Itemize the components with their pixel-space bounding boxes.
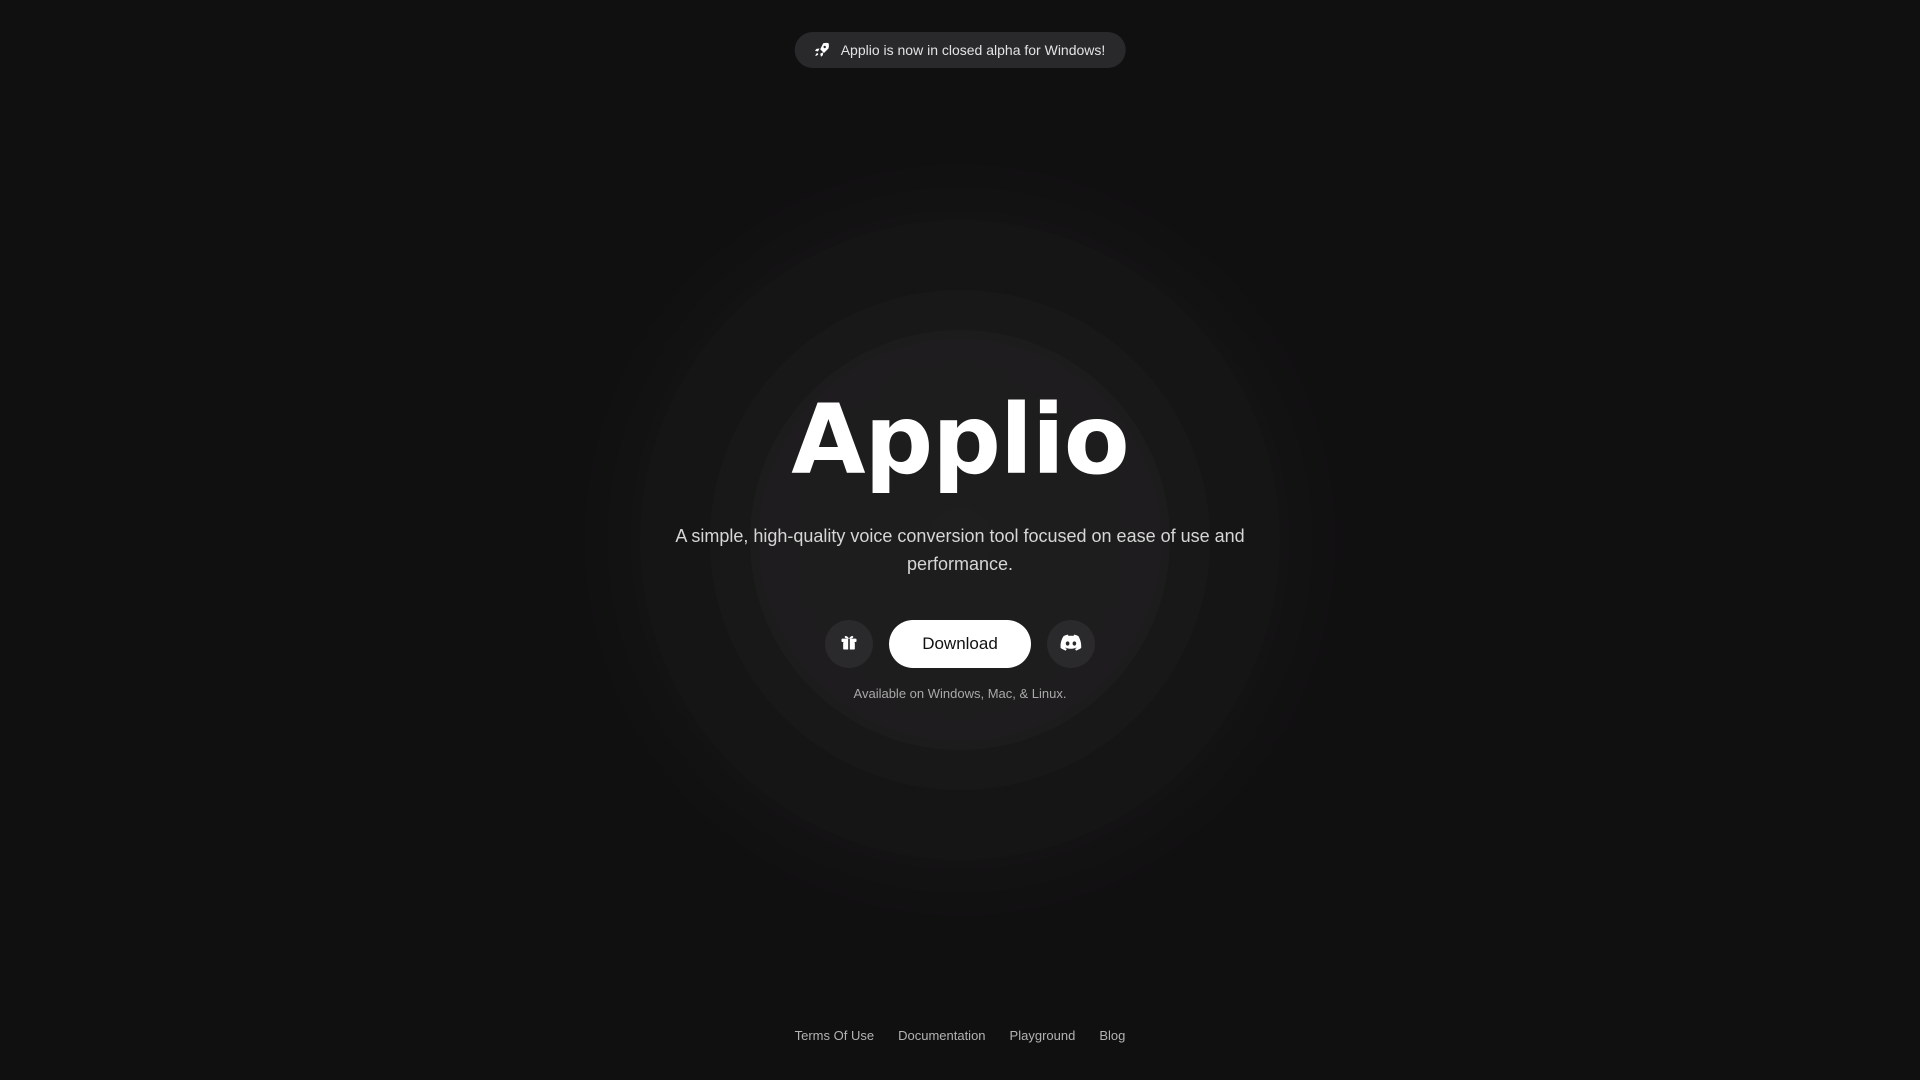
- footer-link-blog[interactable]: Blog: [1099, 1028, 1125, 1043]
- footer-link-playground[interactable]: Playground: [1010, 1028, 1076, 1043]
- hero-subtitle: A simple, high-quality voice conversion …: [675, 526, 1245, 574]
- gift-icon: [839, 632, 859, 656]
- landing-page: Applio is now in closed alpha for Window…: [0, 0, 1920, 1080]
- hero-actions: Download: [0, 620, 1920, 668]
- rocket-icon: [813, 41, 831, 59]
- announcement-text: Applio is now in closed alpha for Window…: [840, 42, 1106, 58]
- footer-link-terms[interactable]: Terms Of Use: [795, 1028, 874, 1043]
- footer-nav: Terms Of Use Documentation Playground Bl…: [0, 1028, 1920, 1043]
- discord-button[interactable]: [1047, 620, 1095, 668]
- announcement-banner[interactable]: Applio is now in closed alpha for Window…: [794, 32, 1126, 68]
- hero-section: Applio A simple, high-quality voice conv…: [0, 380, 1920, 701]
- gift-button[interactable]: [825, 620, 873, 668]
- discord-icon: [1060, 633, 1082, 655]
- availability-note: Available on Windows, Mac, & Linux.: [853, 686, 1067, 701]
- page-title: Applio: [791, 384, 1130, 496]
- download-button[interactable]: Download: [889, 620, 1031, 668]
- footer-link-documentation[interactable]: Documentation: [898, 1028, 985, 1043]
